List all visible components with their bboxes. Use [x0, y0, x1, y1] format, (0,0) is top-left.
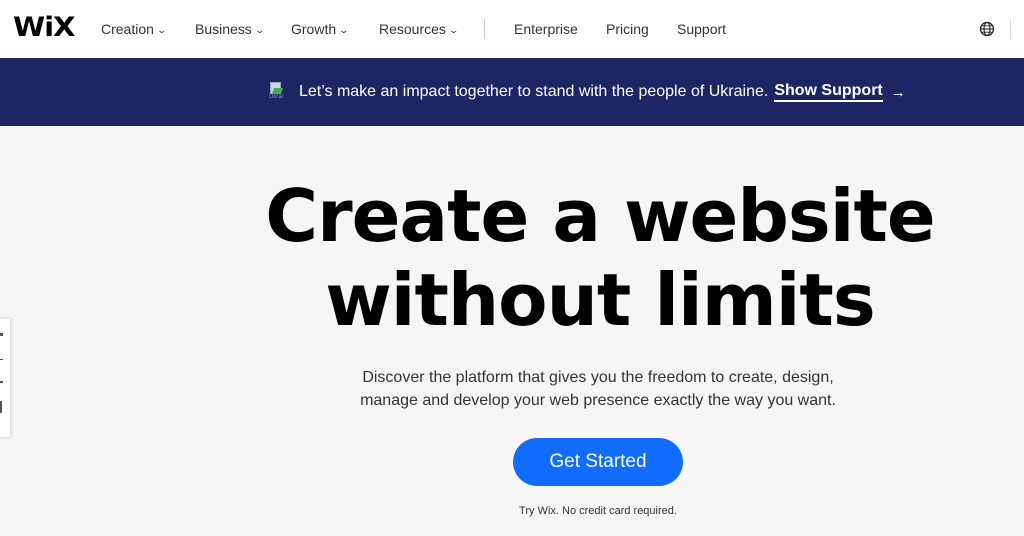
get-started-button[interactable]: Get Started: [513, 438, 683, 486]
nav-item-resources[interactable]: Resources ⌄: [379, 20, 459, 38]
top-navigation: WiX Creation ⌄ Business ⌄ Growth ⌄ Resou…: [0, 0, 1024, 58]
ukraine-image-icon: Ukrai: [269, 82, 291, 102]
subtext-line-1: Discover the platform that gives you the…: [362, 369, 834, 386]
headline-line-1: Create a website: [265, 174, 935, 258]
nav-item-label: Resources: [379, 21, 446, 37]
chevron-down-icon: ⌄: [254, 25, 265, 35]
nav-item-label: Pricing: [606, 21, 649, 37]
nav-item-business[interactable]: Business ⌄: [195, 20, 265, 38]
banner-content: Ukrai Let’s make an impact together to s…: [269, 82, 906, 102]
chevron-down-icon: ⌄: [448, 25, 459, 35]
nav-divider: [484, 19, 485, 39]
banner-text: Let’s make an impact together to stand w…: [299, 83, 769, 100]
nav-item-label: Support: [677, 21, 727, 37]
nav-divider: [1010, 19, 1011, 39]
arrow-right-icon[interactable]: →: [891, 84, 906, 101]
nav-item-creation[interactable]: Creation ⌄: [101, 20, 167, 38]
nav-item-label: Growth: [291, 21, 337, 37]
wix-logo[interactable]: WiX: [13, 13, 75, 43]
nav-item-enterprise[interactable]: Enterprise: [514, 20, 578, 38]
nav-item-label: Creation: [101, 21, 154, 37]
subtext-line-2: manage and develop your web presence exa…: [360, 392, 836, 409]
chevron-down-icon: ⌄: [338, 25, 350, 35]
globe-icon[interactable]: [979, 21, 995, 37]
nav-item-pricing[interactable]: Pricing: [606, 20, 649, 38]
no-credit-card-note: Try Wix. No credit card required.: [519, 505, 677, 517]
nav-item-support[interactable]: Support: [677, 20, 726, 38]
headline-line-2: without limits: [325, 258, 875, 342]
nav-item-growth[interactable]: Growth ⌄: [291, 20, 350, 38]
nav-item-label: Business: [195, 21, 252, 37]
chevron-down-icon: ⌄: [156, 25, 167, 35]
nav-item-label: Enterprise: [514, 21, 578, 37]
hero-headline: Create a website without limits: [0, 174, 1024, 342]
hero-subtext: Discover the platform that gives you the…: [0, 366, 1024, 412]
show-support-link[interactable]: Show Support: [774, 82, 883, 102]
ukraine-banner: Ukrai Let’s make an impact together to s…: [0, 58, 1024, 126]
side-tab-mark: [0, 359, 3, 360]
